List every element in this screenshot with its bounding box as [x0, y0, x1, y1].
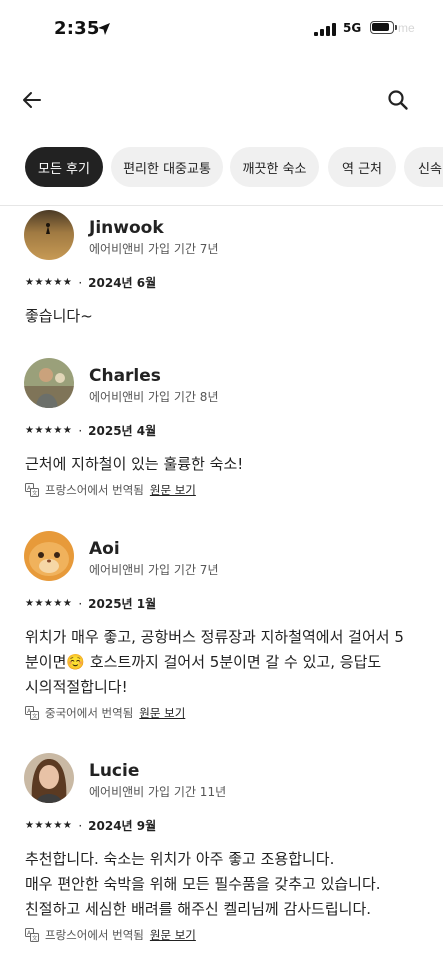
chips-divider — [0, 205, 443, 206]
star-rating: ★★★★★ — [25, 598, 73, 609]
reviewer-name: Jinwook — [89, 218, 164, 238]
review-text: 위치가 매우 좋고, 공항버스 정류장과 지하철역에서 걸어서 5 분이면☺️ … — [25, 625, 421, 700]
review-date: 2024년 9월 — [88, 819, 157, 833]
translation-notice: A 文 프랑스어에서 번역됨 원문 보기 — [25, 927, 196, 943]
view-original-link[interactable]: 원문 보기 — [150, 927, 196, 943]
rating-row: ★★★★★ · 2025년 1월 — [25, 595, 156, 612]
avatar — [24, 358, 74, 408]
search-button[interactable] — [386, 88, 410, 112]
separator-dot: · — [78, 818, 83, 833]
review-date: 2024년 6월 — [88, 276, 157, 290]
svg-text:文: 文 — [32, 489, 38, 497]
search-icon — [388, 90, 408, 110]
avatar — [24, 531, 74, 581]
separator-dot: · — [78, 596, 83, 611]
review-text-line: 친절하고 세심한 배려를 해주신 켈리님께 감사드립니다. — [25, 900, 372, 918]
chip-quick[interactable]: 신속 — [404, 147, 443, 187]
view-original-link[interactable]: 원문 보기 — [150, 482, 196, 498]
translate-icon: A 文 — [25, 706, 39, 720]
translation-notice: A 文 중국어에서 번역됨 원문 보기 — [25, 705, 185, 721]
chip-clean[interactable]: 깨끗한 숙소 — [230, 147, 319, 187]
review-text-line: 위치가 매우 좋고, 공항버스 정류장과 지하철역에서 걸어서 5 — [25, 628, 404, 646]
review-text: 추천합니다. 숙소는 위치가 아주 좋고 조용합니다. 매우 편안한 숙박을 위… — [25, 847, 421, 922]
status-time: 2:35 — [54, 18, 100, 39]
reviewer-name: Lucie — [89, 761, 140, 781]
view-original-link[interactable]: 원문 보기 — [139, 705, 185, 721]
review-text-line: 근처에 지하철이 있는 훌륭한 숙소! — [25, 455, 244, 473]
nav-bar — [0, 80, 443, 120]
star-rating: ★★★★★ — [25, 820, 73, 831]
svg-text:文: 文 — [32, 712, 38, 720]
watermark-text: me — [398, 21, 415, 35]
chip-public-transit[interactable]: 편리한 대중교통 — [111, 147, 223, 187]
chip-near-station[interactable]: 역 근처 — [328, 147, 396, 187]
reviewer-name: Charles — [89, 366, 161, 386]
reviewer-tenure: 에어비앤비 가입 기간 7년 — [89, 563, 219, 577]
rating-row: ★★★★★ · 2024년 9월 — [25, 817, 156, 834]
cellular-signal-icon — [314, 23, 336, 36]
back-button[interactable] — [20, 88, 44, 112]
battery-icon — [370, 21, 397, 34]
location-arrow-icon — [98, 23, 110, 35]
translated-from-label: 프랑스어에서 번역됨 — [45, 928, 144, 942]
review-text-line: 분이면☺️ 호스트까지 걸어서 5분이면 갈 수 있고, 응답도 — [25, 653, 382, 671]
separator-dot: · — [78, 275, 83, 290]
chip-all-reviews[interactable]: 모든 후기 — [25, 147, 103, 187]
translation-notice: A 文 프랑스어에서 번역됨 원문 보기 — [25, 482, 196, 498]
star-rating: ★★★★★ — [25, 425, 73, 436]
translate-icon: A 文 — [25, 483, 39, 497]
reviewer-tenure: 에어비앤비 가입 기간 8년 — [89, 390, 219, 404]
review-date: 2025년 4월 — [88, 424, 157, 438]
review-text-line: 좋습니다~ — [25, 307, 93, 325]
avatar — [24, 210, 74, 260]
review-text: 근처에 지하철이 있는 훌륭한 숙소! — [25, 452, 421, 477]
review-text-line: 매우 편안한 숙박을 위해 모든 필수품을 갖추고 있습니다. — [25, 875, 381, 893]
back-arrow-icon — [23, 92, 41, 108]
review-text-line: 추천합니다. 숙소는 위치가 아주 좋고 조용합니다. — [25, 850, 335, 868]
status-bar: 2:35 5G me — [0, 0, 443, 60]
review-date: 2025년 1월 — [88, 597, 157, 611]
reviewer-tenure: 에어비앤비 가입 기간 7년 — [89, 242, 219, 256]
star-rating: ★★★★★ — [25, 277, 73, 288]
svg-text:文: 文 — [32, 934, 38, 942]
separator-dot: · — [78, 423, 83, 438]
filter-chips: 모든 후기 편리한 대중교통 깨끗한 숙소 역 근처 신속 — [0, 147, 443, 189]
translated-from-label: 중국어에서 번역됨 — [45, 706, 134, 720]
reviewer-tenure: 에어비앤비 가입 기간 11년 — [89, 785, 227, 799]
reviewer-name: Aoi — [89, 539, 120, 559]
translate-icon: A 文 — [25, 928, 39, 942]
rating-row: ★★★★★ · 2024년 6월 — [25, 274, 156, 291]
rating-row: ★★★★★ · 2025년 4월 — [25, 422, 156, 439]
avatar — [24, 753, 74, 803]
review-text: 좋습니다~ — [25, 304, 421, 329]
network-type-label: 5G — [343, 21, 362, 35]
review-text-line: 시의적절합니다! — [25, 678, 128, 696]
translated-from-label: 프랑스어에서 번역됨 — [45, 483, 144, 497]
